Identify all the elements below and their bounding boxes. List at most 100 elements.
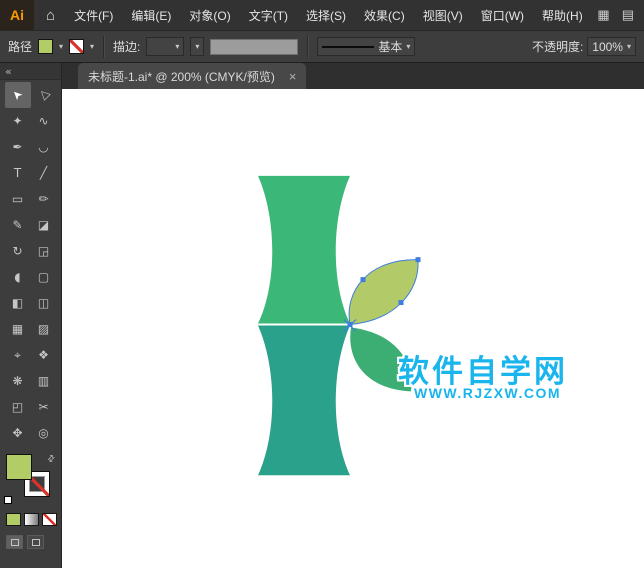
opacity-value: 100% [592,39,623,54]
selection-tool[interactable]: ➤ [4,82,31,108]
line-segment-tool-icon: ╱ [39,166,48,180]
menu-view[interactable]: 视图(V) [414,0,472,30]
tab-close-icon[interactable]: × [289,69,297,84]
anchor-point[interactable] [398,300,404,306]
draw-normal-icon [10,538,19,546]
width-tool[interactable]: ◖ [5,264,31,290]
hand-tool[interactable]: ✥ [5,420,31,446]
brush-stroke-preview [322,45,375,48]
rotate-tool-icon: ↻ [12,244,23,258]
scale-tool-icon: ◲ [37,244,50,258]
opacity-select[interactable]: 100% ▾ [587,37,636,56]
document-tab-title: 未标题-1.ai* @ 200% (CMYK/预览) [88,69,275,84]
home-icon[interactable]: ⌂ [46,7,55,24]
stroke-dropdown-icon[interactable]: ▾ [90,42,94,51]
zoom-tool-icon: ◎ [38,426,49,440]
lasso-tool[interactable]: ∿ [31,108,57,134]
artboard-tool[interactable]: ◰ [5,394,31,420]
fill-color-swatch[interactable] [38,39,54,54]
free-transform-tool[interactable]: ▢ [31,264,57,290]
stroke-weight-select[interactable]: ▾ [146,37,185,56]
selected-leaf[interactable] [348,259,419,326]
symbol-sprayer-tool[interactable]: ❋ [5,368,31,394]
paintbrush-tool-icon: ✏ [38,192,49,206]
fill-dropdown-icon[interactable]: ▾ [59,42,63,51]
menu-bar: Ai ⌂ 文件(F) 编辑(E) 对象(O) 文字(T) 选择(S) 效果(C)… [0,0,644,30]
draw-normal-button[interactable] [6,535,23,549]
divider [307,35,309,58]
anchor-point[interactable] [360,277,366,283]
gradient-button[interactable] [24,513,39,526]
width-profile-select[interactable]: ▾ [190,37,205,56]
eyedropper-tool-icon: ⌖ [14,347,21,362]
workspace-switcher-icon[interactable]: ▤ [622,7,634,23]
menu-type[interactable]: 文字(T) [240,0,297,30]
scale-tool[interactable]: ◲ [31,238,57,264]
variable-width-profile-box [210,38,299,55]
magic-wand-tool[interactable]: ✦ [5,108,31,134]
bamboo-bottom-segment[interactable] [258,325,350,476]
stroke-label: 描边: [113,40,141,54]
eraser-tool[interactable]: ◪ [31,212,57,238]
zoom-tool[interactable]: ◎ [31,420,57,446]
width-profile-caret-icon: ▾ [195,42,200,51]
menu-help[interactable]: 帮助(H) [533,0,592,30]
magic-wand-tool-icon: ✦ [12,114,23,128]
rectangle-tool-icon: ▭ [11,192,24,206]
fill-stroke-widget: ⇄ [3,453,59,506]
slice-tool[interactable]: ✂ [31,394,57,420]
mesh-tool[interactable]: ▦ [5,316,31,342]
menu-effect[interactable]: 效果(C) [355,0,414,30]
divider [103,35,105,58]
stroke-color-swatch[interactable] [69,39,85,54]
pen-tool-icon: ✒ [12,140,23,154]
brush-definition-select[interactable]: 基本 ▾ [317,37,416,56]
control-bar: 路径 ▾ ▾ 描边: ▾ ▾ 基本 ▾ 不透明度: 100% ▾ [0,30,644,63]
collapse-panel-icon[interactable]: « [5,65,12,78]
color-button[interactable] [6,513,21,526]
pen-tool[interactable]: ✒ [5,134,31,160]
rectangle-tool[interactable]: ▭ [5,186,31,212]
swap-fill-stroke-icon[interactable]: ⇄ [46,453,58,465]
document-tab-bar: 未标题-1.ai* @ 200% (CMYK/预览) × [62,63,644,89]
bamboo-top-segment[interactable] [258,175,350,324]
opacity-caret-icon: ▾ [626,42,631,51]
arrange-documents-icon[interactable]: ▦ [597,7,609,23]
type-tool[interactable]: T [5,160,31,186]
default-fill-stroke-icon[interactable] [4,496,12,504]
opacity-label: 不透明度: [531,40,584,54]
pencil-tool-icon: ✎ [12,218,23,232]
anchor-point[interactable] [415,257,421,263]
slice-tool-icon: ✂ [38,400,49,414]
draw-behind-button[interactable] [27,535,44,549]
menu-window[interactable]: 窗口(W) [472,0,533,30]
rotate-tool[interactable]: ↻ [5,238,31,264]
curvature-tool-icon: ◡ [38,140,49,154]
direct-selection-tool-icon: ▷ [35,86,52,104]
fill-swatch[interactable] [6,454,32,480]
symbol-sprayer-tool-icon: ❋ [12,374,23,388]
menu-file[interactable]: 文件(F) [65,0,122,30]
eyedropper-tool[interactable]: ⌖ [5,342,31,368]
menu-object[interactable]: 对象(O) [180,0,239,30]
shape-builder-tool[interactable]: ◧ [5,290,31,316]
direct-selection-tool[interactable]: ▷ [31,82,57,108]
menu-edit[interactable]: 编辑(E) [122,0,180,30]
paintbrush-tool[interactable]: ✏ [31,186,57,212]
gradient-tool[interactable]: ▨ [31,316,57,342]
column-graph-tool[interactable]: ▥ [31,368,57,394]
none-button[interactable] [42,513,57,526]
gradient-tool-icon: ▨ [37,322,50,336]
illustrator-logo: Ai [0,0,34,30]
menu-select[interactable]: 选择(S) [297,0,355,30]
pencil-tool[interactable]: ✎ [5,212,31,238]
curvature-tool[interactable]: ◡ [31,134,57,160]
document-tab[interactable]: 未标题-1.ai* @ 200% (CMYK/预览) × [78,63,307,89]
perspective-grid-tool[interactable]: ◫ [31,290,57,316]
canvas[interactable]: 软件自学网 WWW.RJZXW.COM [62,89,644,568]
blend-tool[interactable]: ❖ [31,342,57,368]
column-graph-tool-icon: ▥ [37,374,50,388]
line-segment-tool[interactable]: ╱ [31,160,57,186]
artboard[interactable] [62,89,644,568]
selection-tool-icon: ➤ [8,86,27,104]
